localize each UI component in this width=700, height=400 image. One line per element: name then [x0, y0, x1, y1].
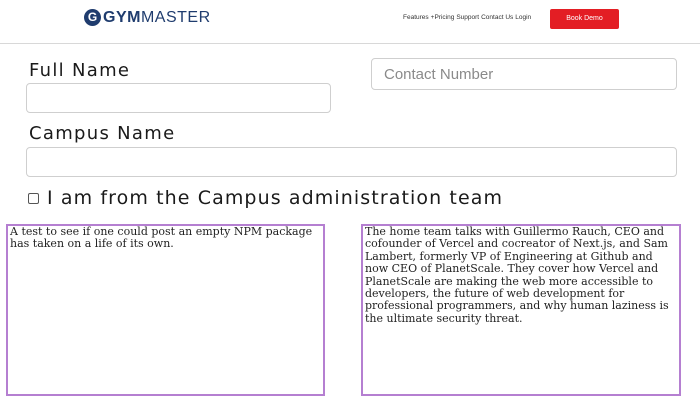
campus-admin-checkbox[interactable]	[28, 193, 39, 204]
campus-name-label: Campus Name	[29, 123, 176, 144]
campus-admin-checkbox-label: I am from the Campus administration team	[47, 187, 504, 209]
contact-number-input[interactable]	[371, 58, 677, 90]
logo-wordmark: GYMMASTER	[103, 9, 211, 26]
left-textarea[interactable]: A test to see if one could post an empty…	[6, 224, 325, 396]
logo-text-master: MASTER	[140, 9, 211, 26]
top-nav: Features +Pricing Support Contact Us Log…	[403, 14, 531, 21]
site-header: G GYMMASTER Features +Pricing Support Co…	[0, 0, 700, 44]
nav-features[interactable]: Features	[403, 14, 429, 21]
campus-name-input[interactable]	[26, 147, 677, 177]
logo-icon: G	[84, 9, 101, 26]
nav-pricing[interactable]: +Pricing	[431, 14, 455, 21]
nav-contact-us[interactable]: Contact Us	[481, 14, 513, 21]
full-name-input[interactable]	[26, 83, 331, 113]
logo-text-gym: GYM	[103, 9, 141, 26]
nav-support[interactable]: Support	[456, 14, 479, 21]
right-textarea[interactable]: The home team talks with Guillermo Rauch…	[361, 224, 681, 396]
nav-login[interactable]: Login	[515, 14, 531, 21]
gymmaster-logo[interactable]: G GYMMASTER	[84, 9, 211, 26]
book-demo-button[interactable]: Book Demo	[550, 9, 619, 29]
full-name-label: Full Name	[29, 60, 131, 81]
